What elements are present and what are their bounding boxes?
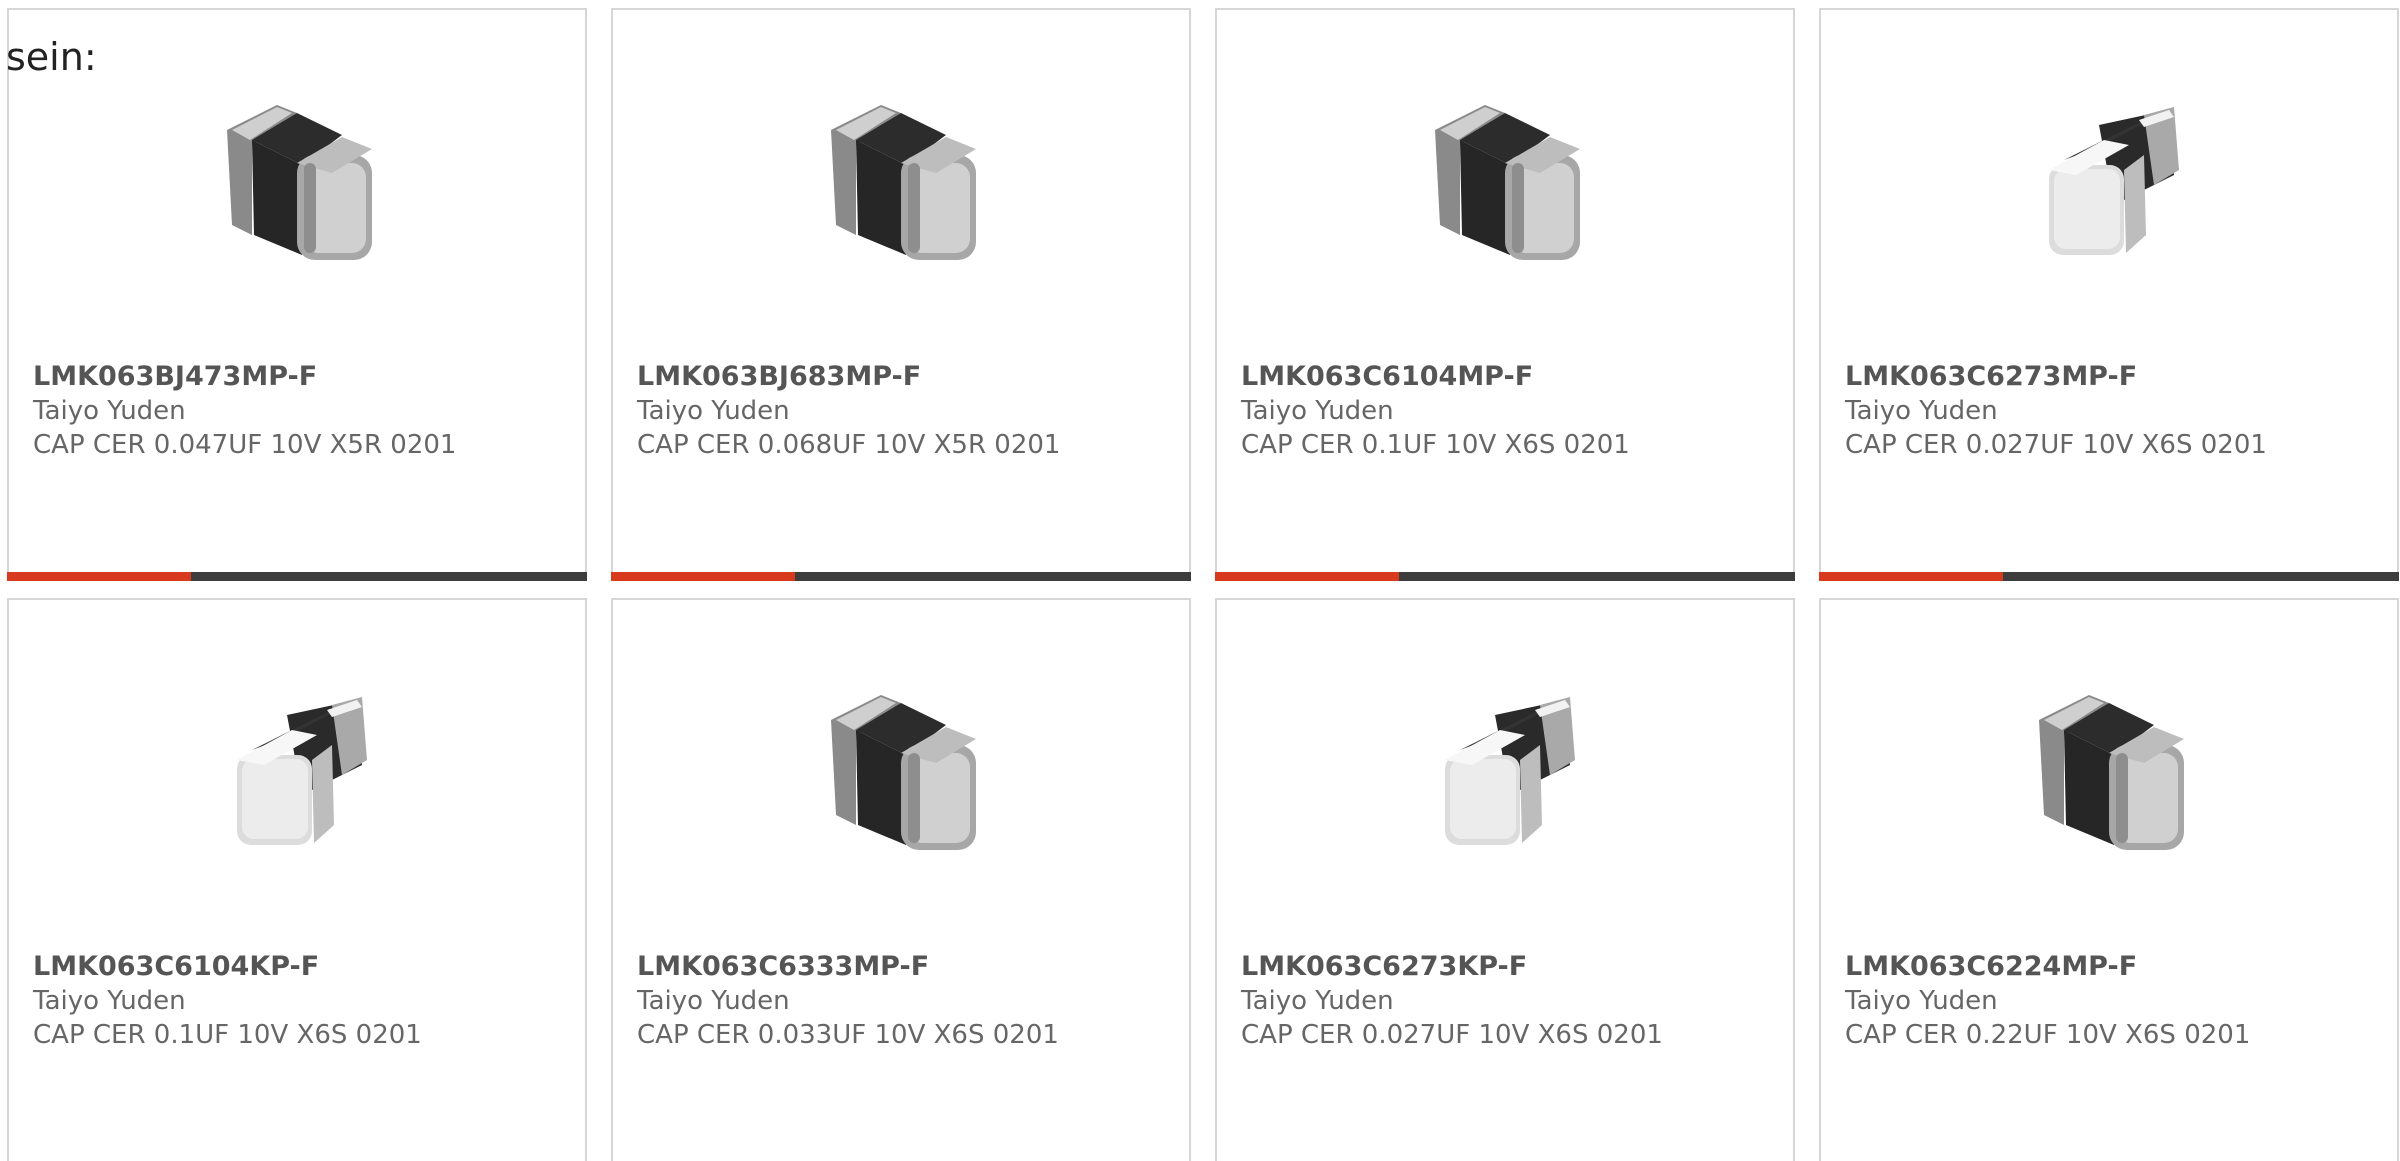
card-accent-bar <box>7 572 191 581</box>
capacitor-chip-white-icon <box>1445 697 1575 845</box>
product-image[interactable] <box>1217 670 1793 880</box>
product-info: LMK063C6273KP-F Taiyo Yuden CAP CER 0.027U… <box>1241 950 1783 1052</box>
product-card[interactable]: LMK063C6104KP-F Taiyo Yuden CAP CER 0.1UF … <box>7 598 587 1161</box>
product-info: LMK063C6104MP-F Taiyo Yuden CAP CER 0.1UF … <box>1241 360 1783 462</box>
part-number[interactable]: LMK063C6333MP-F <box>637 950 1179 984</box>
product-description: CAP CER 0.22UF 10V X6S 0201 <box>1845 1020 2251 1050</box>
capacitor-chip-grey-icon <box>2039 695 2184 850</box>
product-description: CAP CER 0.1UF 10V X6S 0201 <box>33 1020 422 1050</box>
product-card[interactable]: LMK063BJ473MP-F Taiyo Yuden CAP CER 0.047U… <box>7 8 587 581</box>
capacitor-chip-white-icon <box>237 697 367 845</box>
product-description: CAP CER 0.027UF 10V X6S 0201 <box>1845 430 2267 460</box>
product-info: LMK063C6273MP-F Taiyo Yuden CAP CER 0.027U… <box>1845 360 2387 462</box>
part-number[interactable]: LMK063BJ473MP-F <box>33 360 575 394</box>
manufacturer: Taiyo Yuden <box>1241 396 1394 426</box>
product-card[interactable]: LMK063C6333MP-F Taiyo Yuden CAP CER 0.033U… <box>611 598 1191 1161</box>
product-card[interactable]: LMK063C6224MP-F Taiyo Yuden CAP CER 0.22UF… <box>1819 598 2399 1161</box>
capacitor-chip-grey-icon <box>831 695 976 850</box>
product-card[interactable]: LMK063BJ683MP-F Taiyo Yuden CAP CER 0.068U… <box>611 8 1191 581</box>
capacitor-chip-grey-icon <box>1435 105 1580 260</box>
product-info: LMK063C6104KP-F Taiyo Yuden CAP CER 0.1UF … <box>33 950 575 1052</box>
product-image[interactable] <box>9 670 585 880</box>
card-accent-bar <box>611 572 795 581</box>
product-description: CAP CER 0.1UF 10V X6S 0201 <box>1241 430 1630 460</box>
card-footer-bar <box>7 572 587 581</box>
product-image[interactable] <box>613 80 1189 290</box>
part-number[interactable]: LMK063C6104MP-F <box>1241 360 1783 394</box>
manufacturer: Taiyo Yuden <box>637 396 790 426</box>
product-info: LMK063C6333MP-F Taiyo Yuden CAP CER 0.033U… <box>637 950 1179 1052</box>
card-accent-bar <box>1215 572 1399 581</box>
product-card[interactable]: LMK063C6273MP-F Taiyo Yuden CAP CER 0.027U… <box>1819 8 2399 581</box>
manufacturer: Taiyo Yuden <box>1845 986 1998 1016</box>
manufacturer: Taiyo Yuden <box>1241 986 1394 1016</box>
capacitor-chip-grey-icon <box>831 105 976 260</box>
product-image[interactable] <box>9 80 585 290</box>
product-image[interactable] <box>1821 80 2397 290</box>
product-image[interactable] <box>1217 80 1793 290</box>
manufacturer: Taiyo Yuden <box>637 986 790 1016</box>
manufacturer: Taiyo Yuden <box>33 396 186 426</box>
manufacturer: Taiyo Yuden <box>1845 396 1998 426</box>
part-number[interactable]: LMK063C6273MP-F <box>1845 360 2387 394</box>
product-info: LMK063BJ473MP-F Taiyo Yuden CAP CER 0.047U… <box>33 360 575 462</box>
product-description: CAP CER 0.047UF 10V X5R 0201 <box>33 430 457 460</box>
product-image[interactable] <box>613 670 1189 880</box>
card-footer-bar <box>611 572 1191 581</box>
part-number[interactable]: LMK063C6224MP-F <box>1845 950 2387 984</box>
product-image[interactable] <box>1821 670 2397 880</box>
product-info: LMK063C6224MP-F Taiyo Yuden CAP CER 0.22UF… <box>1845 950 2387 1052</box>
part-number[interactable]: LMK063C6104KP-F <box>33 950 575 984</box>
capacitor-chip-white-icon <box>2049 107 2179 255</box>
part-number[interactable]: LMK063BJ683MP-F <box>637 360 1179 394</box>
product-card[interactable]: LMK063C6273KP-F Taiyo Yuden CAP CER 0.027U… <box>1215 598 1795 1161</box>
part-number[interactable]: LMK063C6273KP-F <box>1241 950 1783 984</box>
product-info: LMK063BJ683MP-F Taiyo Yuden CAP CER 0.068U… <box>637 360 1179 462</box>
card-accent-bar <box>1819 572 2003 581</box>
intro-text: sein: <box>6 35 97 79</box>
product-description: CAP CER 0.033UF 10V X6S 0201 <box>637 1020 1059 1050</box>
product-grid: sein: LMK063BJ473MP-F Taiyo Yuden CAP CER … <box>0 0 2400 1161</box>
card-footer-bar <box>1819 572 2399 581</box>
product-description: CAP CER 0.068UF 10V X5R 0201 <box>637 430 1061 460</box>
capacitor-chip-grey-icon <box>227 105 372 260</box>
manufacturer: Taiyo Yuden <box>33 986 186 1016</box>
card-footer-bar <box>1215 572 1795 581</box>
product-description: CAP CER 0.027UF 10V X6S 0201 <box>1241 1020 1663 1050</box>
product-card[interactable]: LMK063C6104MP-F Taiyo Yuden CAP CER 0.1UF … <box>1215 8 1795 581</box>
